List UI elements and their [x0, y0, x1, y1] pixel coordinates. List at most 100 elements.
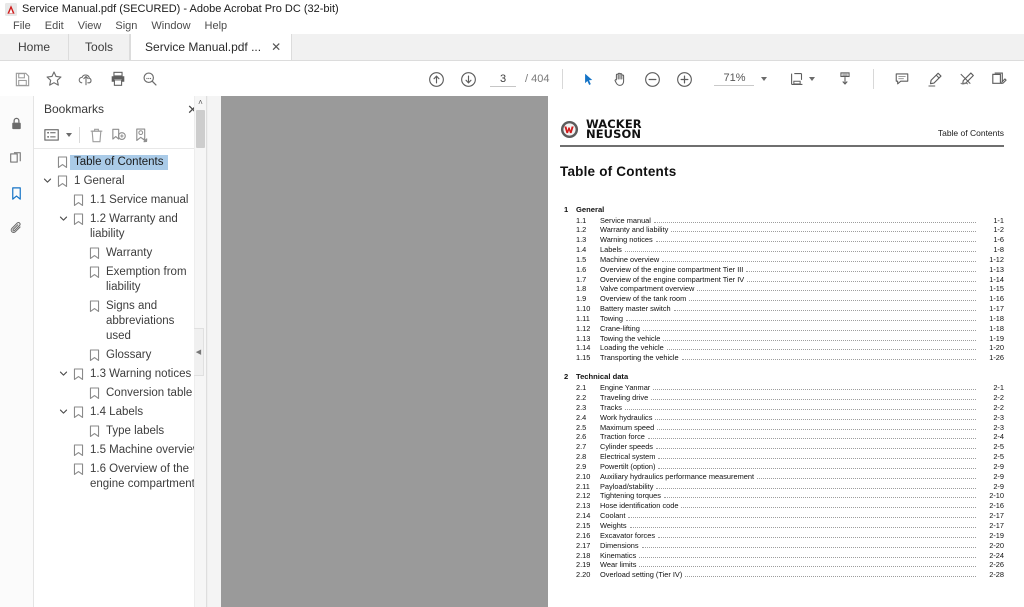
- attachments-icon[interactable]: [0, 211, 33, 246]
- bookmark-item[interactable]: Conversion table: [34, 384, 206, 403]
- toc-entry-page: 1-18: [989, 313, 1004, 323]
- menu-window[interactable]: Window: [144, 19, 197, 33]
- tab-document[interactable]: Service Manual.pdf ... ✕: [130, 34, 293, 60]
- toc-entry[interactable]: 2.12 Tightening torques 2-10: [560, 491, 1004, 501]
- toc-entry[interactable]: 2.2 Traveling drive 2-2: [560, 393, 1004, 403]
- chevron-down-icon[interactable]: [761, 77, 768, 81]
- scroll-up-arrow-icon[interactable]: ˄: [195, 96, 206, 109]
- page-thumbnails-icon[interactable]: [0, 141, 33, 176]
- toc-entry[interactable]: 1.13 Towing the vehicle 1-19: [560, 334, 1004, 344]
- toc-entry[interactable]: 2.4 Work hydraulics 2-3: [560, 413, 1004, 423]
- toc-chapter-heading[interactable]: 1 General: [560, 205, 1004, 214]
- toc-entry[interactable]: 2.5 Maximum speed 2-3: [560, 423, 1004, 433]
- highlighter-icon[interactable]: [918, 64, 950, 94]
- arrow-down-circle-icon[interactable]: [452, 64, 484, 94]
- close-icon[interactable]: ✕: [271, 41, 281, 53]
- toc-entry[interactable]: 2.8 Electrical system 2-5: [560, 452, 1004, 462]
- toc-entry[interactable]: 1.10 Battery master switch 1-17: [560, 304, 1004, 314]
- chevron-down-icon[interactable]: [56, 212, 70, 223]
- toc-entry[interactable]: 2.6 Traction force 2-4: [560, 432, 1004, 442]
- bookmarks-tree[interactable]: Table of Contents 1 General 1.1 Service ma…: [34, 149, 206, 607]
- toc-entry[interactable]: 2.17 Dimensions 2-20: [560, 541, 1004, 551]
- bookmark-properties-icon[interactable]: [131, 125, 152, 145]
- arrow-up-circle-icon[interactable]: [420, 64, 452, 94]
- security-lock-icon[interactable]: [0, 106, 33, 141]
- toc-entry[interactable]: 2.13 Hose identification code 2-16: [560, 501, 1004, 511]
- panel-collapse-handle[interactable]: ◀: [194, 327, 204, 376]
- print-icon[interactable]: [102, 64, 134, 94]
- toc-entry[interactable]: 2.14 Coolant 2-17: [560, 511, 1004, 521]
- menu-sign[interactable]: Sign: [108, 19, 144, 33]
- toc-entry[interactable]: 2.7 Cylinder speeds 2-5: [560, 442, 1004, 452]
- page-number-input[interactable]: [490, 71, 516, 87]
- bookmark-item[interactable]: 1 General: [34, 172, 206, 191]
- bookmark-item[interactable]: Warranty: [34, 244, 206, 263]
- toc-entry[interactable]: 1.14 Loading the vehicle 1-20: [560, 343, 1004, 353]
- chevron-down-icon[interactable]: [56, 367, 70, 378]
- toc-entry[interactable]: 1.5 Machine overview 1-12: [560, 255, 1004, 265]
- bookmark-item[interactable]: 1.6 Overview of the engine compartment: [34, 460, 206, 494]
- toc-entry[interactable]: 2.1 Engine Yanmar 2-1: [560, 383, 1004, 393]
- tab-tools[interactable]: Tools: [69, 34, 131, 60]
- chevron-down-icon[interactable]: [66, 133, 72, 137]
- toc-entry[interactable]: 1.7 Overview of the engine compartment Ti…: [560, 275, 1004, 285]
- save-icon[interactable]: [6, 64, 38, 94]
- toc-entry[interactable]: 1.3 Warning notices 1-6: [560, 235, 1004, 245]
- comment-icon[interactable]: [886, 64, 918, 94]
- toc-entry[interactable]: 1.12 Crane-lifting 1-18: [560, 324, 1004, 334]
- document-viewport[interactable]: WACKER NEUSON Table of Contents Table of…: [207, 96, 1024, 607]
- toc-entry[interactable]: 1.8 Valve compartment overview 1-15: [560, 284, 1004, 294]
- hand-icon[interactable]: [604, 64, 636, 94]
- cursor-arrow-icon[interactable]: [572, 64, 604, 94]
- menu-view[interactable]: View: [71, 19, 109, 33]
- bookmark-item[interactable]: Type labels: [34, 422, 206, 441]
- bookmark-item[interactable]: Exemption from liability: [34, 263, 206, 297]
- scrollbar-thumb[interactable]: [196, 110, 205, 148]
- upload-cloud-icon[interactable]: [70, 64, 102, 94]
- fit-page-chevron-down-icon[interactable]: [809, 77, 816, 81]
- bookmark-item[interactable]: Glossary: [34, 346, 206, 365]
- toc-entry[interactable]: 2.15 Weights 2-17: [560, 521, 1004, 531]
- tab-home[interactable]: Home: [0, 34, 70, 60]
- plus-circle-icon[interactable]: [668, 64, 700, 94]
- toc-entry[interactable]: 1.4 Labels 1-8: [560, 245, 1004, 255]
- bookmark-item[interactable]: 1.1 Service manual: [34, 191, 206, 210]
- minus-circle-icon[interactable]: [636, 64, 668, 94]
- bookmark-item[interactable]: Signs and abbreviations used: [34, 297, 206, 346]
- toc-entry[interactable]: 1.2 Warranty and liability 1-2: [560, 225, 1004, 235]
- bookmark-item[interactable]: 1.5 Machine overview: [34, 441, 206, 460]
- delete-bookmark-icon[interactable]: [87, 125, 106, 145]
- menu-help[interactable]: Help: [198, 19, 235, 33]
- toc-chapter-heading[interactable]: 2 Technical data: [560, 372, 1004, 381]
- toc-entry[interactable]: 2.3 Tracks 2-2: [560, 403, 1004, 413]
- bookmark-item[interactable]: 1.2 Warranty and liability: [34, 210, 206, 244]
- zoom-search-icon[interactable]: [134, 64, 166, 94]
- toc-entry[interactable]: 1.6 Overview of the engine compartment Ti…: [560, 265, 1004, 275]
- bookmark-item[interactable]: Table of Contents: [34, 153, 206, 172]
- bookmark-item[interactable]: 1.4 Labels: [34, 403, 206, 422]
- toc-entry[interactable]: 1.11 Towing 1-18: [560, 314, 1004, 324]
- bookmarks-icon[interactable]: [0, 176, 33, 211]
- toc-entry[interactable]: 2.9 Powertilt (option) 2-9: [560, 462, 1004, 472]
- toc-entry[interactable]: 1.9 Overview of the tank room 1-16: [560, 294, 1004, 304]
- bookmark-item[interactable]: 1.3 Warning notices: [34, 365, 206, 384]
- toc-entry[interactable]: 1.1 Service manual 1-1: [560, 216, 1004, 226]
- star-icon[interactable]: [38, 64, 70, 94]
- toc-entry[interactable]: 2.20 Overload setting (Tier IV) 2-28: [560, 570, 1004, 580]
- toc-entry[interactable]: 2.19 Wear limits 2-26: [560, 560, 1004, 570]
- menu-file[interactable]: File: [6, 19, 38, 33]
- scroll-mode-icon[interactable]: [829, 64, 861, 94]
- toc-entry[interactable]: 2.18 Kinematics 2-24: [560, 551, 1004, 561]
- chevron-down-icon[interactable]: [40, 174, 54, 185]
- toc-entry[interactable]: 2.11 Payload/stability 2-9: [560, 482, 1004, 492]
- options-list-icon[interactable]: [42, 125, 62, 145]
- toc-entry[interactable]: 2.10 Auxiliary hydraulics performance mea…: [560, 472, 1004, 482]
- sign-icon[interactable]: [982, 64, 1014, 94]
- toc-entry[interactable]: 1.15 Transporting the vehicle 1-26: [560, 353, 1004, 363]
- zoom-control[interactable]: 71%: [710, 72, 768, 86]
- freehand-draw-icon[interactable]: [950, 64, 982, 94]
- new-bookmark-icon[interactable]: [108, 125, 129, 145]
- menu-edit[interactable]: Edit: [38, 19, 71, 33]
- toc-entry[interactable]: 2.16 Excavator forces 2-19: [560, 531, 1004, 541]
- chevron-down-icon[interactable]: [56, 405, 70, 416]
